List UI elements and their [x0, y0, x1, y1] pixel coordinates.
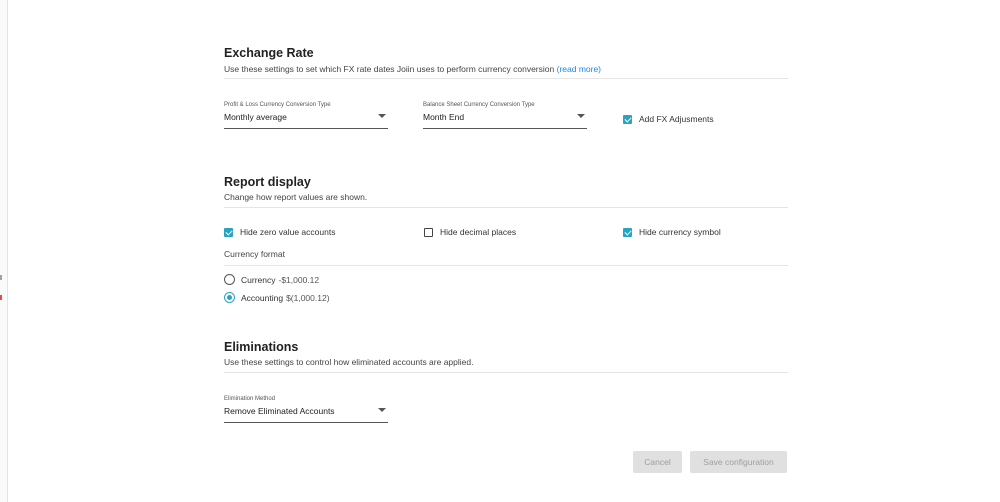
chevron-down-icon: [378, 408, 386, 412]
hide-zero-value-checkbox[interactable]: Hide zero value accounts: [224, 227, 335, 237]
bs-conversion-type-value: Month End: [423, 112, 465, 122]
exchange-rate-subtitle-text: Use these settings to set which FX rate …: [224, 64, 555, 74]
checkbox-checked-icon[interactable]: [224, 227, 233, 237]
elimination-method-value: Remove Eliminated Accounts: [224, 406, 335, 416]
bs-conversion-type-label: Balance Sheet Currency Conversion Type: [423, 102, 535, 108]
radio-currency-label: Currency: [241, 274, 276, 285]
radio-unselected-icon[interactable]: [224, 274, 235, 285]
save-configuration-button[interactable]: Save configuration: [690, 451, 787, 473]
eliminations-title: Eliminations: [224, 340, 299, 354]
elimination-method-select[interactable]: Elimination Method Remove Eliminated Acc…: [224, 396, 388, 423]
section-divider: [224, 207, 788, 208]
sidebar-marker: [0, 275, 2, 280]
hide-decimal-places-label: Hide decimal places: [440, 227, 517, 237]
add-fx-adjustments-checkbox[interactable]: Add FX Adjusments: [623, 114, 714, 124]
radio-selected-icon[interactable]: [224, 292, 235, 303]
checkbox-unchecked-icon[interactable]: [424, 227, 433, 237]
report-display-title: Report display: [224, 175, 311, 189]
cancel-button[interactable]: Cancel: [633, 451, 682, 473]
add-fx-adjustments-label: Add FX Adjusments: [639, 114, 714, 124]
section-divider: [224, 265, 788, 266]
checkbox-checked-icon[interactable]: [623, 114, 632, 124]
exchange-rate-subtitle: Use these settings to set which FX rate …: [224, 64, 601, 74]
currency-format-radio-accounting[interactable]: Accounting $(1,000.12): [224, 292, 330, 303]
hide-zero-value-label: Hide zero value accounts: [240, 227, 336, 237]
hide-currency-symbol-label: Hide currency symbol: [639, 227, 721, 237]
hide-currency-symbol-checkbox[interactable]: Hide currency symbol: [623, 227, 721, 237]
bs-conversion-type-select[interactable]: Balance Sheet Currency Conversion Type M…: [423, 102, 587, 129]
read-more-link[interactable]: (read more): [557, 64, 601, 74]
checkbox-checked-icon[interactable]: [623, 227, 632, 237]
currency-format-label: Currency format: [224, 249, 285, 259]
pl-conversion-type-select[interactable]: Profit & Loss Currency Conversion Type M…: [224, 102, 388, 129]
exchange-rate-title: Exchange Rate: [224, 46, 314, 60]
currency-format-radio-currency[interactable]: Currency -$1,000.12: [224, 274, 319, 285]
radio-accounting-label: Accounting: [241, 292, 284, 303]
report-display-subtitle: Change how report values are shown.: [224, 192, 368, 202]
section-divider: [224, 78, 788, 79]
left-sidebar-edge: [0, 0, 8, 502]
pl-conversion-type-label: Profit & Loss Currency Conversion Type: [224, 102, 331, 108]
chevron-down-icon: [378, 114, 386, 118]
radio-accounting-example: $(1,000.12): [286, 292, 330, 303]
chevron-down-icon: [577, 114, 585, 118]
pl-conversion-type-value: Monthly average: [224, 112, 287, 122]
radio-currency-example: -$1,000.12: [278, 274, 320, 285]
sidebar-marker-alert: [0, 295, 2, 300]
elimination-method-label: Elimination Method: [224, 396, 276, 402]
section-divider: [224, 372, 788, 373]
eliminations-subtitle: Use these settings to control how elimin…: [224, 357, 474, 367]
hide-decimal-places-checkbox[interactable]: Hide decimal places: [424, 227, 516, 237]
